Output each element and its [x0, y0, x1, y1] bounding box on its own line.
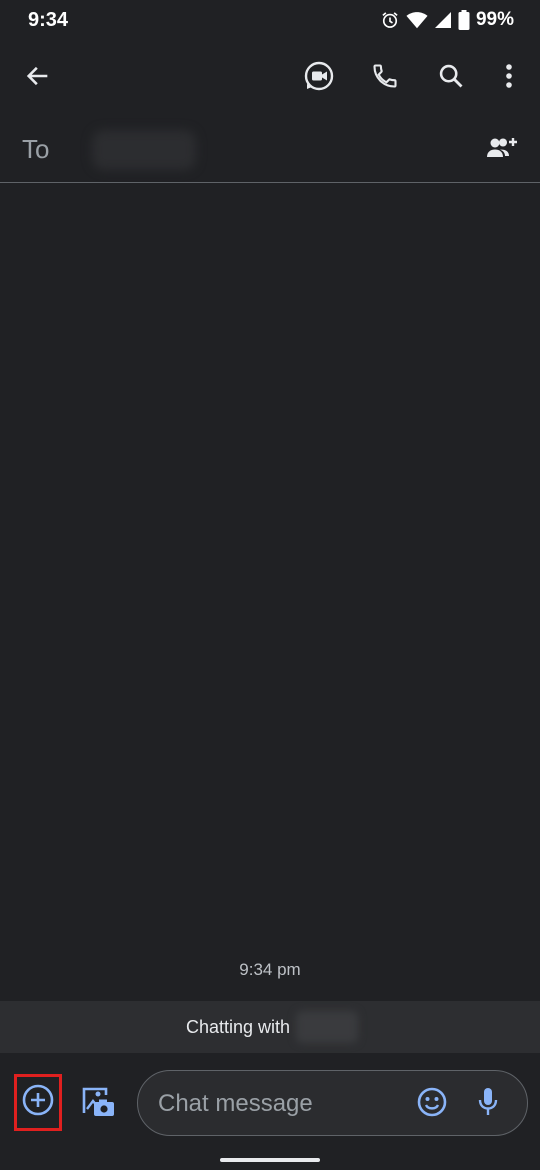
mic-icon — [477, 1087, 499, 1122]
status-bar: 9:34 99% — [0, 0, 540, 44]
more-vert-icon — [505, 63, 513, 94]
wifi-icon — [406, 10, 428, 30]
messages-screen: 9:34 99% To 9:34 pm Chatting with Chat m… — [0, 0, 540, 1170]
search-button[interactable] — [427, 54, 475, 102]
battery-percent: 99% — [475, 9, 514, 30]
search-icon — [437, 62, 465, 95]
gesture-nav-handle[interactable] — [220, 1158, 320, 1162]
emoji-button[interactable] — [408, 1080, 456, 1128]
add-recipient-button[interactable] — [478, 126, 526, 174]
add-circle-icon — [21, 1083, 55, 1122]
status-icons: 99% — [380, 9, 514, 31]
signal-icon — [434, 11, 452, 29]
app-bar — [0, 44, 540, 112]
gallery-camera-button[interactable] — [74, 1079, 122, 1127]
battery-icon — [458, 10, 470, 30]
message-field — [137, 1070, 528, 1136]
compose-bar — [0, 1053, 540, 1170]
alarm-icon — [380, 10, 400, 30]
message-list: 9:34 pm — [0, 183, 540, 1001]
recipient-name-redacted[interactable] — [92, 130, 196, 170]
to-label: To — [22, 134, 50, 164]
recipient-row: To — [0, 116, 540, 183]
chatting-with-label: Chatting with — [186, 1017, 291, 1037]
video-call-button[interactable] — [295, 54, 343, 102]
emoji-icon — [416, 1086, 448, 1123]
back-button[interactable] — [14, 54, 62, 102]
gallery-camera-icon — [80, 1083, 116, 1124]
add-person-icon — [486, 135, 518, 166]
back-arrow-icon — [24, 62, 52, 95]
attach-add-button[interactable] — [14, 1074, 62, 1131]
chat-message-input[interactable] — [158, 1085, 398, 1123]
banner-name-redacted — [296, 1011, 358, 1043]
video-call-icon — [303, 60, 335, 97]
more-options-button[interactable] — [485, 54, 533, 102]
message-timestamp: 9:34 pm — [239, 960, 301, 979]
phone-icon — [371, 62, 399, 95]
chatting-with-banner: Chatting with — [0, 1001, 540, 1053]
status-time: 9:34 — [28, 9, 69, 31]
phone-call-button[interactable] — [361, 54, 409, 102]
voice-input-button[interactable] — [464, 1080, 512, 1128]
